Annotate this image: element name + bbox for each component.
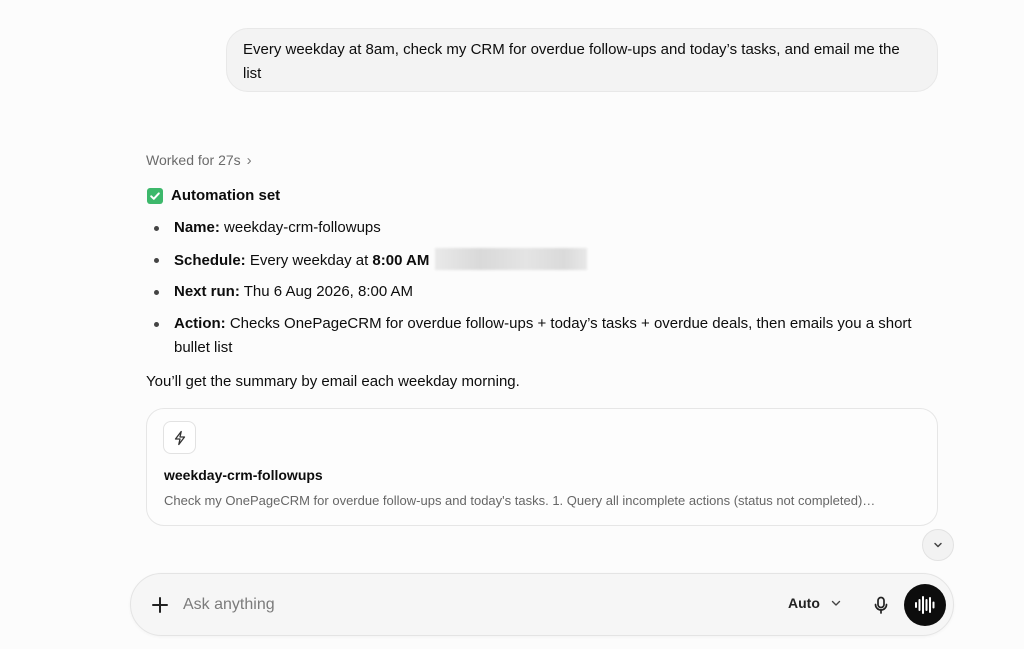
microphone-icon[interactable] bbox=[870, 594, 892, 616]
worked-for-label: Worked for 27s bbox=[146, 152, 241, 168]
prompt-input[interactable] bbox=[183, 592, 743, 618]
schedule-label: Schedule: bbox=[174, 251, 246, 269]
heading-text: Automation set bbox=[171, 187, 281, 204]
automation-card-title: weekday-crm-followups bbox=[164, 467, 323, 483]
check-mark-icon bbox=[147, 187, 163, 204]
automation-card[interactable]: weekday-crm-followups Check my OnePageCR… bbox=[146, 408, 938, 526]
plus-icon[interactable] bbox=[149, 594, 171, 616]
user-message-bubble: Every weekday at 8am, check my CRM for o… bbox=[226, 28, 938, 92]
schedule-time: 8:00 AM bbox=[372, 251, 430, 269]
voice-mode-button[interactable] bbox=[904, 584, 946, 626]
bullet-dot bbox=[154, 257, 159, 263]
next-run-label: Next run: bbox=[174, 283, 240, 300]
bullet-dot bbox=[154, 321, 159, 327]
list-item: Schedule: Every weekday at 8:00 AM bbox=[152, 247, 932, 273]
model-label: Auto bbox=[788, 595, 820, 611]
summary-text: You’ll get the summary by email each wee… bbox=[146, 373, 520, 390]
bullet-dot bbox=[154, 290, 159, 295]
bullet-dot bbox=[154, 226, 159, 231]
list-item: Action: Checks OnePageCRM for overdue fo… bbox=[152, 312, 932, 360]
model-selector[interactable]: Auto bbox=[788, 595, 842, 611]
name-label: Name: bbox=[174, 219, 220, 236]
bolt-icon bbox=[163, 421, 196, 454]
chevron-right-icon: › bbox=[246, 151, 252, 169]
assistant-heading: Automation set bbox=[147, 187, 280, 204]
worked-for-toggle[interactable]: Worked for 27s › bbox=[146, 152, 252, 168]
scroll-down-button[interactable] bbox=[922, 529, 954, 561]
user-message-text: Every weekday at 8am, check my CRM for o… bbox=[243, 41, 900, 82]
composer: Auto bbox=[130, 573, 954, 636]
redacted-block bbox=[435, 247, 588, 270]
action-label: Action: bbox=[174, 314, 226, 332]
automation-card-description: Check my OnePageCRM for overdue follow-u… bbox=[164, 493, 876, 508]
waveform-icon bbox=[915, 596, 935, 614]
list-item: Next run: Thu 6 Aug 2026, 8:00 AM bbox=[152, 280, 932, 304]
chevron-down-icon bbox=[934, 542, 942, 548]
chat-page: Every weekday at 8am, check my CRM for o… bbox=[0, 0, 1024, 649]
name-value: weekday-crm-followups bbox=[224, 219, 381, 236]
next-run-value: Thu 6 Aug 2026, 8:00 AM bbox=[243, 283, 414, 300]
list-item: Name: weekday-crm-followups bbox=[152, 216, 932, 240]
automation-details-list: Name: weekday-crm-followups Schedule: Ev… bbox=[152, 216, 932, 367]
action-value: Checks OnePageCRM for overdue follow-ups… bbox=[174, 314, 912, 356]
chevron-down-icon bbox=[831, 600, 841, 606]
schedule-value: Every weekday at bbox=[249, 251, 369, 269]
